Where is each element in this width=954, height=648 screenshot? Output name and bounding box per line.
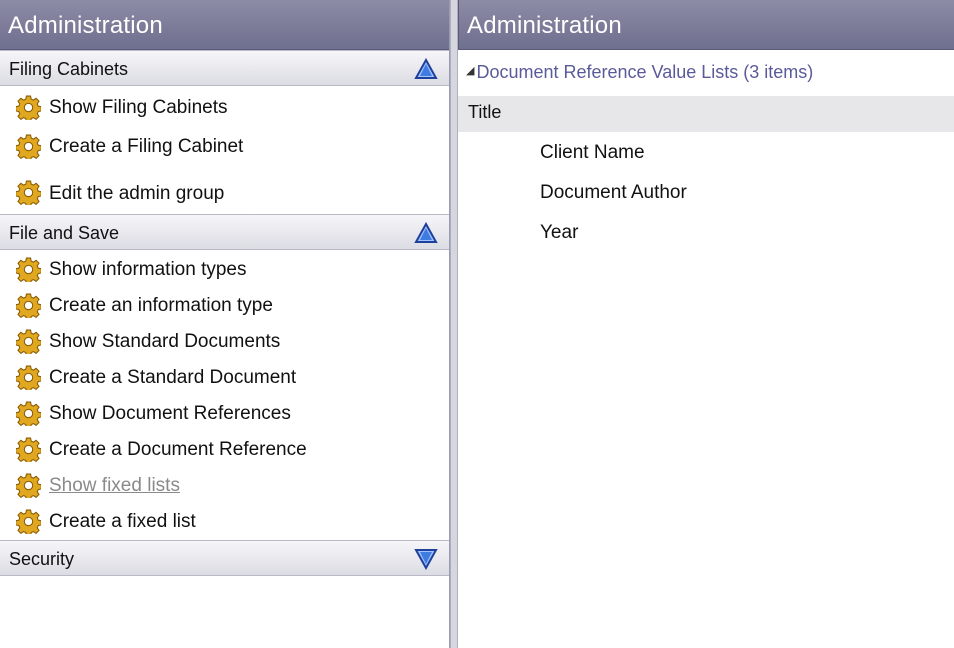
task-label: Show information types [49,259,247,280]
list-item[interactable]: Client Name [458,136,954,176]
task-create-filing-cabinet[interactable]: Create a Filing Cabinet [0,129,449,168]
task-show-filing-cabinets[interactable]: Show Filing Cabinets [0,90,449,129]
gear-icon [16,437,41,462]
task-list-filing-cabinets: Show Filing Cabinets Create a Filing Cab… [0,86,449,214]
task-label: Edit the admin group [49,183,225,204]
group-label: File and Save [9,223,120,243]
group-header-security[interactable]: Security [0,540,449,576]
gear-icon [16,329,41,354]
task-list-file-and-save: Show information types Create an informa… [0,250,449,540]
task-create-information-type[interactable]: Create an information type [0,288,449,324]
gear-icon [16,180,41,205]
list-item-label: Year [540,222,579,243]
gear-icon [16,293,41,318]
task-create-standard-document[interactable]: Create a Standard Document [0,360,449,396]
group-header-file-and-save[interactable]: File and Save [0,214,449,250]
task-label: Show Document References [49,403,291,424]
column-header-title[interactable]: Title [458,96,954,132]
task-label: Create a Standard Document [49,367,297,388]
group-label: Filing Cabinets [9,59,129,79]
content-pane: Administration ◢ Document Reference Value… [458,0,954,648]
value-list-rows: Client Name Document Author Year [458,132,954,256]
gear-icon [16,473,41,498]
task-edit-admin-group[interactable]: Edit the admin group [0,168,449,214]
pane-splitter[interactable] [450,0,458,648]
task-label: Show fixed lists [49,475,180,496]
content-pane-title: Administration [458,0,954,50]
task-show-fixed-lists[interactable]: Show fixed lists [0,468,449,504]
task-label: Show Filing Cabinets [49,97,228,118]
list-caption-text: Document Reference Value Lists (3 items) [476,62,814,82]
list-item[interactable]: Year [458,216,954,256]
column-header-label: Title [468,102,502,122]
list-item[interactable]: Document Author [458,176,954,216]
task-show-document-references[interactable]: Show Document References [0,396,449,432]
task-label: Create an information type [49,295,273,316]
list-item-label: Document Author [540,182,687,203]
chevron-up-icon[interactable] [414,222,438,244]
list-item-label: Client Name [540,142,645,163]
gear-icon [16,257,41,282]
task-show-standard-documents[interactable]: Show Standard Documents [0,324,449,360]
group-label: Security [9,549,75,569]
chevron-down-icon[interactable] [414,548,438,570]
collapse-triangle-icon[interactable]: ◢ [466,64,474,77]
gear-icon [16,365,41,390]
task-create-fixed-list[interactable]: Create a fixed list [0,504,449,540]
gear-icon [16,134,41,159]
task-show-information-types[interactable]: Show information types [0,252,449,288]
task-create-document-reference[interactable]: Create a Document Reference [0,432,449,468]
task-label: Create a Document Reference [49,439,307,460]
chevron-up-icon[interactable] [414,58,438,80]
gear-icon [16,95,41,120]
nav-pane-title: Administration [0,0,449,50]
gear-icon [16,509,41,534]
task-label: Show Standard Documents [49,331,281,352]
navigation-pane: Administration Filing Cabinets Show Fili… [0,0,450,648]
task-label: Create a Filing Cabinet [49,136,244,157]
gear-icon [16,401,41,426]
group-header-filing-cabinets[interactable]: Filing Cabinets [0,50,449,86]
list-group-caption[interactable]: ◢ Document Reference Value Lists (3 items… [458,50,954,96]
task-label: Create a fixed list [49,511,196,532]
